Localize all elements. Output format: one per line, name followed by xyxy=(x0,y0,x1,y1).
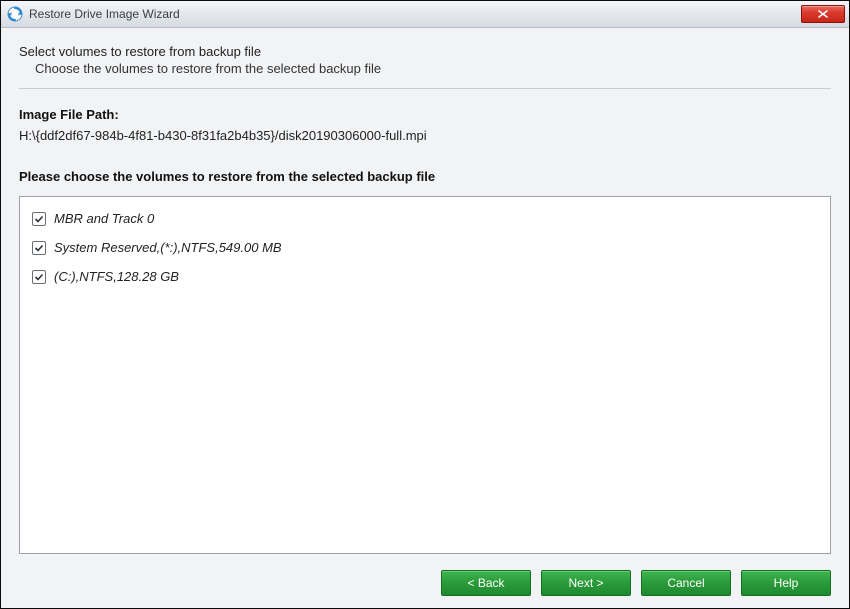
window-title: Restore Drive Image Wizard xyxy=(29,7,795,21)
titlebar: Restore Drive Image Wizard xyxy=(1,1,849,28)
close-icon xyxy=(818,10,828,18)
volume-row: (C:),NTFS,128.28 GB xyxy=(32,269,818,284)
page-title: Select volumes to restore from backup fi… xyxy=(19,44,831,59)
content-area: Select volumes to restore from backup fi… xyxy=(1,28,849,608)
app-icon xyxy=(7,6,23,22)
volume-label: (C:),NTFS,128.28 GB xyxy=(54,269,179,284)
volume-row: System Reserved,(*:),NTFS,549.00 MB xyxy=(32,240,818,255)
volume-checkbox[interactable] xyxy=(32,212,46,226)
volume-label: MBR and Track 0 xyxy=(54,211,154,226)
back-button[interactable]: < Back xyxy=(441,570,531,596)
button-row: < Back Next > Cancel Help xyxy=(19,554,831,596)
divider xyxy=(19,88,831,89)
help-button[interactable]: Help xyxy=(741,570,831,596)
check-icon xyxy=(34,272,44,282)
cancel-button[interactable]: Cancel xyxy=(641,570,731,596)
wizard-window: Restore Drive Image Wizard Select volume… xyxy=(0,0,850,609)
close-button[interactable] xyxy=(801,5,845,23)
check-icon xyxy=(34,214,44,224)
volumes-prompt: Please choose the volumes to restore fro… xyxy=(19,169,831,184)
next-button[interactable]: Next > xyxy=(541,570,631,596)
volume-checkbox[interactable] xyxy=(32,270,46,284)
image-path-label: Image File Path: xyxy=(19,107,831,122)
volume-label: System Reserved,(*:),NTFS,549.00 MB xyxy=(54,240,282,255)
check-icon xyxy=(34,243,44,253)
page-subtitle: Choose the volumes to restore from the s… xyxy=(35,61,831,76)
volumes-list: MBR and Track 0 System Reserved,(*:),NTF… xyxy=(19,196,831,554)
volume-checkbox[interactable] xyxy=(32,241,46,255)
image-path-value: H:\{ddf2df67-984b-4f81-b430-8f31fa2b4b35… xyxy=(19,128,831,143)
volume-row: MBR and Track 0 xyxy=(32,211,818,226)
